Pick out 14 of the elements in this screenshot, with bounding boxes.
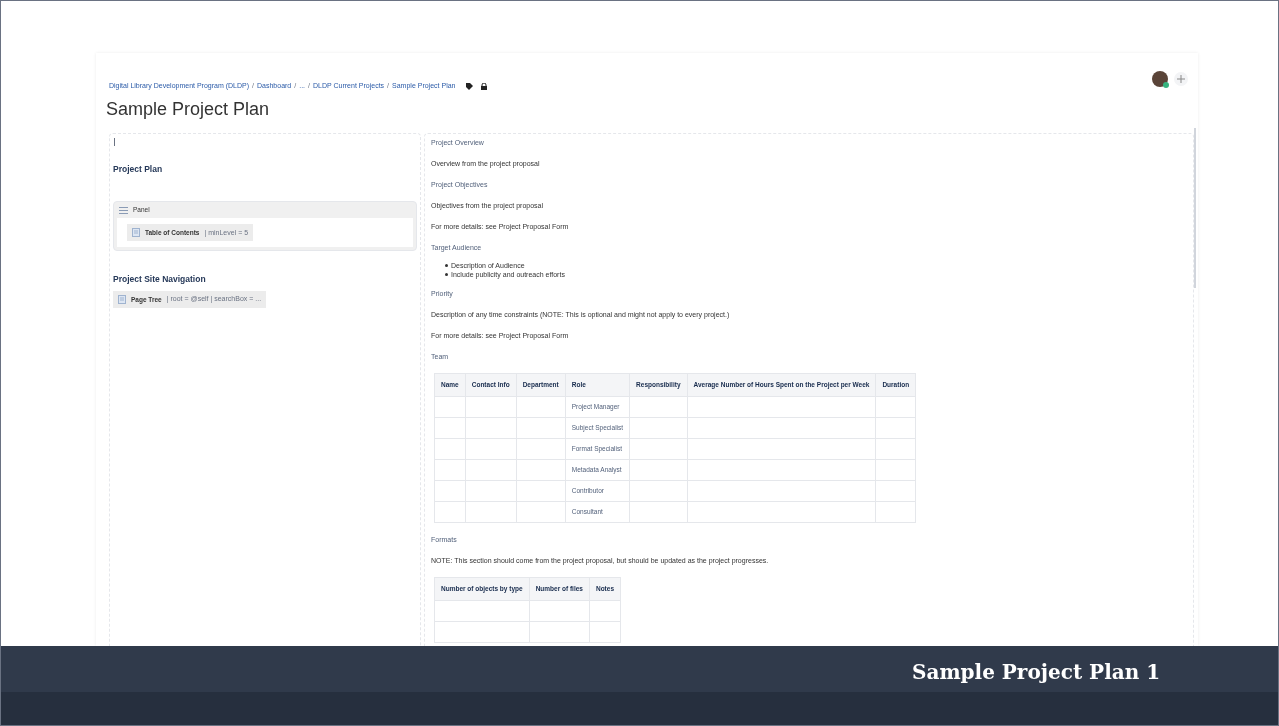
macro-icon [118,295,126,304]
slide-caption: Sample Project Plan 1 [912,659,1161,686]
section-heading: Project Plan [113,162,164,176]
text-cursor [114,137,115,146]
lock-icon[interactable] [481,82,488,90]
avatar-icon[interactable] [1152,71,1168,88]
scrollbar[interactable] [1194,128,1196,288]
page-title: Sample Project Plan [105,97,271,121]
macro-icon [132,228,140,238]
bullet-icon [445,263,448,267]
section-heading: Project Site Navigation [113,273,207,286]
bullet-icon [445,272,448,276]
panel-icon [119,206,128,214]
tag-icon[interactable] [466,82,474,90]
